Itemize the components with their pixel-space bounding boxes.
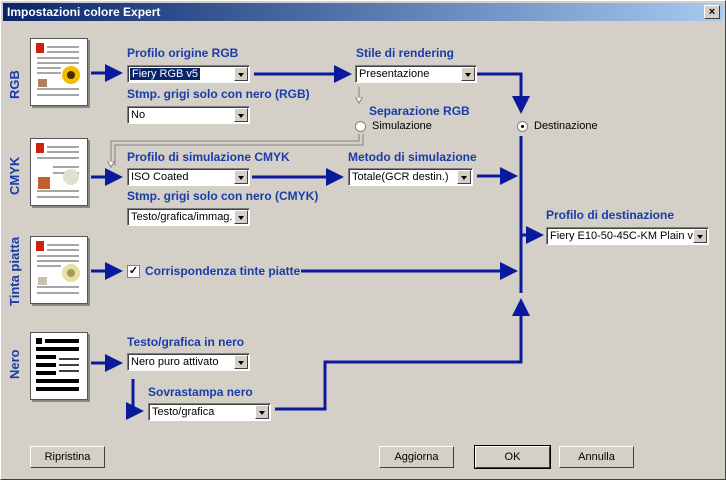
black-document-icon [36,338,79,391]
separation-destination-radio[interactable] [517,121,528,132]
black-overprint-select[interactable]: Testo/grafica [148,403,271,421]
chevron-down-icon[interactable] [457,170,471,184]
cmyk-document-icon [36,143,79,198]
black-text-select[interactable]: Nero puro attivato [127,353,250,371]
rgb-source-profile-label: Profilo origine RGB [127,46,239,60]
rendering-style-label: Stile di rendering [356,46,455,60]
cmyk-sim-profile-select[interactable]: ISO Coated [127,168,250,186]
rgb-gray-select[interactable]: No [127,106,250,124]
dialog-window: Impostazioni colore Expert × RGB CMYK Ti… [0,0,726,480]
black-text-label: Testo/grafica in nero [127,335,245,349]
cmyk-document-thumbnail [30,138,88,206]
section-label-spot: Tinta piatta [7,236,22,306]
rgb-source-profile-value: Fiery RGB v5 [130,68,201,80]
update-button[interactable]: Aggiorna [379,446,454,468]
cmyk-gray-value: Testo/grafica/immag. [131,211,233,223]
sim-method-value: Totale(GCR destin.) [352,171,449,183]
chevron-down-icon[interactable] [255,405,269,419]
chevron-down-icon[interactable] [234,170,248,184]
sim-method-label: Metodo di simulazione [348,150,477,164]
sim-method-select[interactable]: Totale(GCR destin.) [348,168,473,186]
rgb-source-profile-select[interactable]: Fiery RGB v5 [127,65,250,83]
spot-document-icon [36,241,80,294]
black-overprint-value: Testo/grafica [152,406,215,418]
spot-document-thumbnail [30,236,88,304]
reset-button[interactable]: Ripristina [30,446,105,468]
rendering-style-select[interactable]: Presentazione [355,65,477,83]
rgb-separation-label: Separazione RGB [369,104,470,118]
destination-profile-label: Profilo di destinazione [546,208,675,222]
rgb-document-icon [36,43,80,96]
arrow-rendering-to-dest [477,72,530,114]
black-text-value: Nero puro attivato [131,356,219,368]
cmyk-sim-profile-label: Profilo di simulazione CMYK [127,150,290,164]
separation-simulation-label: Simulazione [372,120,432,132]
arrow-overprint-to-dest [275,298,530,411]
chevron-down-icon[interactable] [234,210,248,224]
rgb-document-thumbnail [30,38,88,106]
destination-profile-select[interactable]: Fiery E10-50-45C-KM Plain v1 [546,227,709,245]
rgb-gray-label: Stmp. grigi solo con nero (RGB) [127,87,310,101]
cancel-button[interactable]: Annulla [559,446,634,468]
chevron-down-icon[interactable] [693,229,707,243]
spot-match-label: Corrispondenza tinte piatte [145,264,301,278]
chevron-down-icon[interactable] [234,355,248,369]
destination-profile-value: Fiery E10-50-45C-KM Plain v1 [550,230,700,242]
chevron-down-icon[interactable] [234,108,248,122]
chevron-down-icon[interactable] [234,67,248,81]
black-overprint-label: Sovrastampa nero [148,385,253,399]
cmyk-gray-select[interactable]: Testo/grafica/immag. [127,208,250,226]
black-document-thumbnail [30,332,88,400]
cmyk-gray-label: Stmp. grigi solo con nero (CMYK) [127,189,319,203]
spot-match-checkbox[interactable]: ✓ [127,265,140,278]
ok-button[interactable]: OK [474,445,551,469]
separation-simulation-radio[interactable] [355,121,366,132]
section-label-black: Nero [7,349,22,379]
section-label-cmyk: CMYK [7,156,22,196]
separation-destination-label: Destinazione [534,120,598,132]
rgb-gray-value: No [131,109,146,121]
arrow-text-to-overprint [126,379,144,420]
cmyk-sim-profile-value: ISO Coated [131,171,189,183]
chevron-down-icon[interactable] [461,67,475,81]
section-label-rgb: RGB [7,70,22,100]
rendering-style-value: Presentazione [359,68,430,80]
